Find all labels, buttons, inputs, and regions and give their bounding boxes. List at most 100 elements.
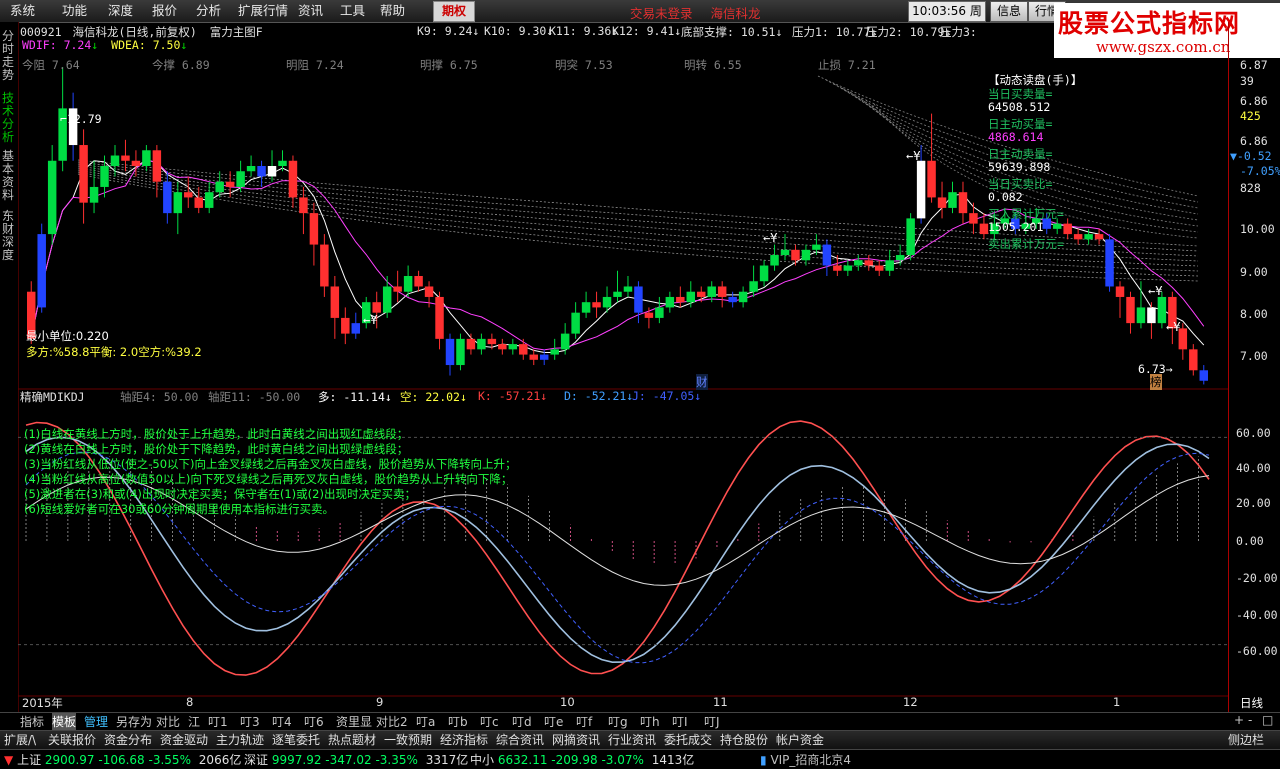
tab-eastmoney-depth[interactable]: 东财深度: [2, 210, 16, 262]
func-item-15[interactable]: 侧边栏: [1228, 731, 1264, 748]
osc-tick-2: 20.00: [1236, 496, 1271, 510]
signal-marker: ←¥: [363, 313, 378, 327]
candle: [267, 150, 277, 182]
menu-5[interactable]: 扩展行情: [238, 3, 288, 19]
func-item-6[interactable]: 热点题材: [328, 731, 376, 748]
header-value-2: K11: 9.36↓: [549, 24, 619, 38]
osc-value-6: J: -47.05↓: [632, 389, 702, 403]
indicator-tab-12[interactable]: 叮a: [416, 713, 435, 730]
indicator-tab-3[interactable]: 另存为: [116, 713, 152, 730]
candle: [937, 181, 947, 219]
power-ratio-label: 多方:%58.8平衡: 2.0空方:%39.2: [26, 345, 202, 359]
indicator-tab-20[interactable]: 叮I: [672, 713, 688, 730]
indicator-tab-17[interactable]: 叮f: [576, 713, 592, 730]
indicator-tab-21[interactable]: 叮J: [704, 713, 720, 730]
indicator-tab-1[interactable]: 模板: [52, 713, 77, 730]
func-item-7[interactable]: 一致预期: [384, 731, 432, 748]
candle: [414, 270, 423, 292]
finance-marker[interactable]: 财: [696, 374, 708, 390]
sh-amount: 2066亿: [198, 753, 242, 767]
watermark-title: 股票公式指标网: [1058, 9, 1241, 38]
options-tab[interactable]: 期权: [433, 1, 475, 22]
note-1: (2)黄线在白线上方时，股价处于下降趋势，此时黄白线之间出现绿虚线段；: [24, 442, 409, 456]
func-item-4[interactable]: 主力轨迹: [216, 731, 264, 748]
high-price: 12.79: [66, 112, 102, 126]
note-0: (1)白线在黄线上方时，股价处于上升趋势，此时白黄线之间出现红虚线段；: [24, 427, 409, 441]
tab-technical-analysis[interactable]: 技术分析: [2, 92, 16, 144]
watermark-url: www.gszx.com.cn: [1096, 38, 1231, 56]
indicator-tab-11[interactable]: 对比2: [376, 713, 408, 730]
func-item-12[interactable]: 委托成交: [664, 731, 712, 748]
func-item-1[interactable]: 关联报价: [48, 731, 96, 748]
zx-change: -209.98: [551, 753, 598, 767]
indicator-tab-19[interactable]: 叮h: [640, 713, 660, 730]
func-item-8[interactable]: 经济指标: [440, 731, 488, 748]
period-label[interactable]: 日线: [1240, 695, 1263, 711]
tab-intraday[interactable]: 分时走势: [2, 30, 16, 82]
func-item-5[interactable]: 逐笔委托: [272, 731, 320, 748]
zx-index[interactable]: 中小 6632.11 -209.98 -3.07% 1413亿: [470, 751, 694, 768]
price-tick-8: 10.00: [1240, 222, 1275, 236]
header-value-5: 压力1: 10.77↓: [792, 25, 878, 39]
stock-name: 海信科龙(日线,前复权): [72, 25, 197, 39]
price-tick-7: 828: [1240, 181, 1261, 195]
sz-index[interactable]: 深证 9997.92 -347.02 -3.35% 3317亿: [244, 751, 468, 768]
candle: [341, 307, 350, 345]
menu-4[interactable]: 分析: [196, 3, 221, 19]
candle: [477, 333, 486, 355]
indicator-tab-14[interactable]: 叮c: [480, 713, 499, 730]
candle: [445, 333, 455, 376]
menu-8[interactable]: 帮助: [380, 3, 405, 19]
indicator-tab-9[interactable]: 叮6: [304, 713, 324, 730]
indicator-tab-18[interactable]: 叮g: [608, 713, 628, 730]
indicator-tab-13[interactable]: 叮b: [448, 713, 468, 730]
indicator-tab-0[interactable]: 指标: [20, 713, 44, 730]
menu-6[interactable]: 资讯: [298, 3, 323, 19]
candle: [382, 276, 392, 318]
indicator-tab-4[interactable]: 对比: [156, 713, 180, 730]
fullscreen-button[interactable]: □: [1262, 713, 1273, 727]
indicator-tab-6[interactable]: 叮1: [208, 713, 228, 730]
menu-3[interactable]: 报价: [152, 3, 177, 19]
menu-7[interactable]: 工具: [340, 3, 365, 19]
func-item-0[interactable]: 扩展/\: [4, 731, 36, 748]
ranking-marker[interactable]: 榜: [1150, 374, 1162, 390]
signal-marker: ←¥: [1166, 320, 1181, 334]
indicator-tab-16[interactable]: 叮e: [544, 713, 563, 730]
sh-percent: -3.55%: [148, 753, 191, 767]
func-item-3[interactable]: 资金驱动: [160, 731, 208, 748]
sh-down-icon: ▼: [4, 753, 14, 767]
candle: [581, 291, 591, 318]
zoom-out-button[interactable]: -: [1248, 713, 1252, 727]
indicator-tab-2[interactable]: 管理: [84, 713, 108, 730]
vip-server[interactable]: ▮ VIP_招商北京4: [760, 751, 851, 768]
header-value-7: 压力3:: [940, 25, 977, 39]
wdif-arrow: ↓: [91, 38, 99, 52]
menu-0[interactable]: 系统: [10, 3, 35, 19]
func-item-2[interactable]: 资金分布: [104, 731, 152, 748]
tab-fundamentals[interactable]: 基本资料: [2, 150, 16, 202]
indicator-tab-10[interactable]: 资里显: [336, 713, 372, 730]
candle: [958, 181, 968, 224]
indicator-tab-5[interactable]: 江: [188, 713, 200, 730]
info-button[interactable]: 信息: [990, 1, 1028, 22]
line3-item-4: 明突 7.53: [555, 58, 613, 72]
zoom-in-button[interactable]: +: [1234, 713, 1244, 727]
indicator-tab-15[interactable]: 叮d: [512, 713, 532, 730]
func-item-9[interactable]: 综合资讯: [496, 731, 544, 748]
func-item-10[interactable]: 网摘资讯: [552, 731, 600, 748]
line3-item-1: 今撑 6.89: [152, 58, 210, 72]
func-item-11[interactable]: 行业资讯: [608, 731, 656, 748]
indicator-tab-7[interactable]: 叮3: [240, 713, 260, 730]
sh-index[interactable]: ▼ 上证 2900.97 -106.68 -3.55% 2066亿: [4, 751, 241, 768]
indicator-tab-8[interactable]: 叮4: [272, 713, 292, 730]
candle: [1147, 302, 1156, 339]
func-item-14[interactable]: 帐户资金: [776, 731, 824, 748]
zx-amount: 1413亿: [651, 753, 695, 767]
menu-1[interactable]: 功能: [62, 3, 87, 19]
candle: [812, 234, 821, 256]
menu-2[interactable]: 深度: [108, 3, 133, 19]
func-item-13[interactable]: 持仓股份: [720, 731, 768, 748]
candle: [906, 213, 915, 261]
sub-indicator-name[interactable]: 精确MDIKDJ: [20, 389, 85, 405]
